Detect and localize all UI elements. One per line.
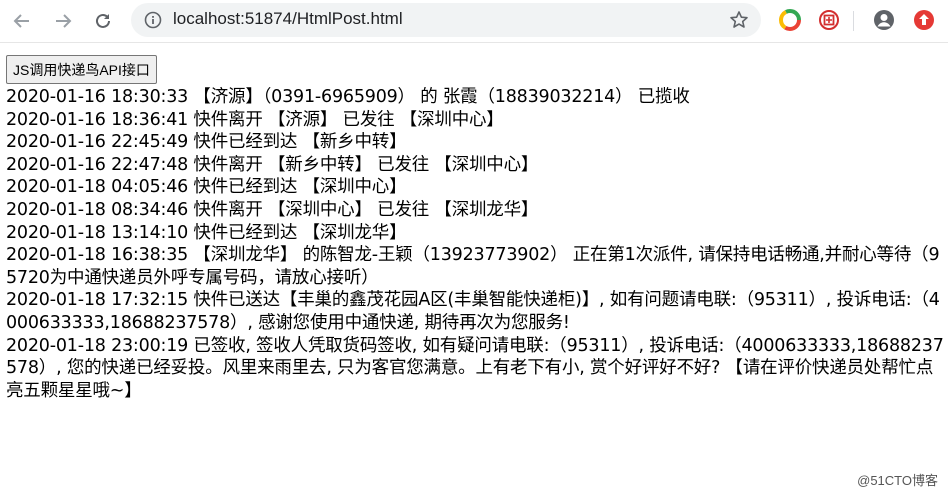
tracking-log-line: 2020-01-16 22:47:48 快件离开 【新乡中转】 已发往 【深圳中… <box>6 154 539 175</box>
tracking-log-line: 2020-01-18 16:38:35 【深圳龙华】 的陈智龙-王颖（13923… <box>6 245 940 288</box>
reload-icon[interactable] <box>90 8 116 34</box>
back-arrow-icon[interactable] <box>9 8 35 34</box>
page-content: JS调用快递鸟API接口 2020-01-16 18:30:33 【济源】（03… <box>6 55 944 402</box>
address-bar[interactable]: localhost:51874/HtmlPost.html <box>131 3 761 37</box>
tracking-log-line: 2020-01-18 13:14:10 快件已经到达 【深圳龙华】 <box>6 222 407 243</box>
bookmark-star-icon[interactable] <box>729 10 749 30</box>
browser-toolbar: localhost:51874/HtmlPost.html <box>0 0 948 43</box>
red-update-arrow-icon[interactable] <box>913 9 935 31</box>
tracking-log: 2020-01-16 18:30:33 【济源】（0391-6965909） 的… <box>6 86 944 402</box>
call-kdniao-api-button[interactable]: JS调用快递鸟API接口 <box>6 55 157 84</box>
tracking-log-line: 2020-01-16 22:45:49 快件已经到达 【新乡中转】 <box>6 132 407 153</box>
tracking-log-line: 2020-01-16 18:30:33 【济源】（0391-6965909） 的… <box>6 87 690 107</box>
url-text[interactable]: localhost:51874/HtmlPost.html <box>173 9 403 29</box>
forward-arrow-icon[interactable] <box>50 8 76 34</box>
site-info-icon[interactable] <box>144 11 162 29</box>
watermark: @51CTO博客 <box>857 473 938 488</box>
tracking-log-line: 2020-01-18 08:34:46 快件离开 【深圳中心】 已发往 【深圳龙… <box>6 199 539 220</box>
tracking-log-line: 2020-01-16 18:36:41 快件离开 【济源】 已发往 【深圳中心】 <box>6 109 504 130</box>
tracking-log-line: 2020-01-18 23:00:19 已签收, 签收人凭取货码签收, 如有疑问… <box>6 335 944 401</box>
red-seal-icon[interactable] <box>818 9 840 31</box>
tracking-log-line: 2020-01-18 04:05:46 快件已经到达 【深圳中心】 <box>6 177 407 198</box>
chrome-color-circle-icon[interactable] <box>779 9 801 31</box>
toolbar-separator <box>853 11 854 31</box>
profile-avatar-icon[interactable] <box>873 9 895 31</box>
tracking-log-line: 2020-01-18 17:32:15 快件已送达【丰巢的鑫茂花园A区(丰巢智能… <box>6 290 940 333</box>
